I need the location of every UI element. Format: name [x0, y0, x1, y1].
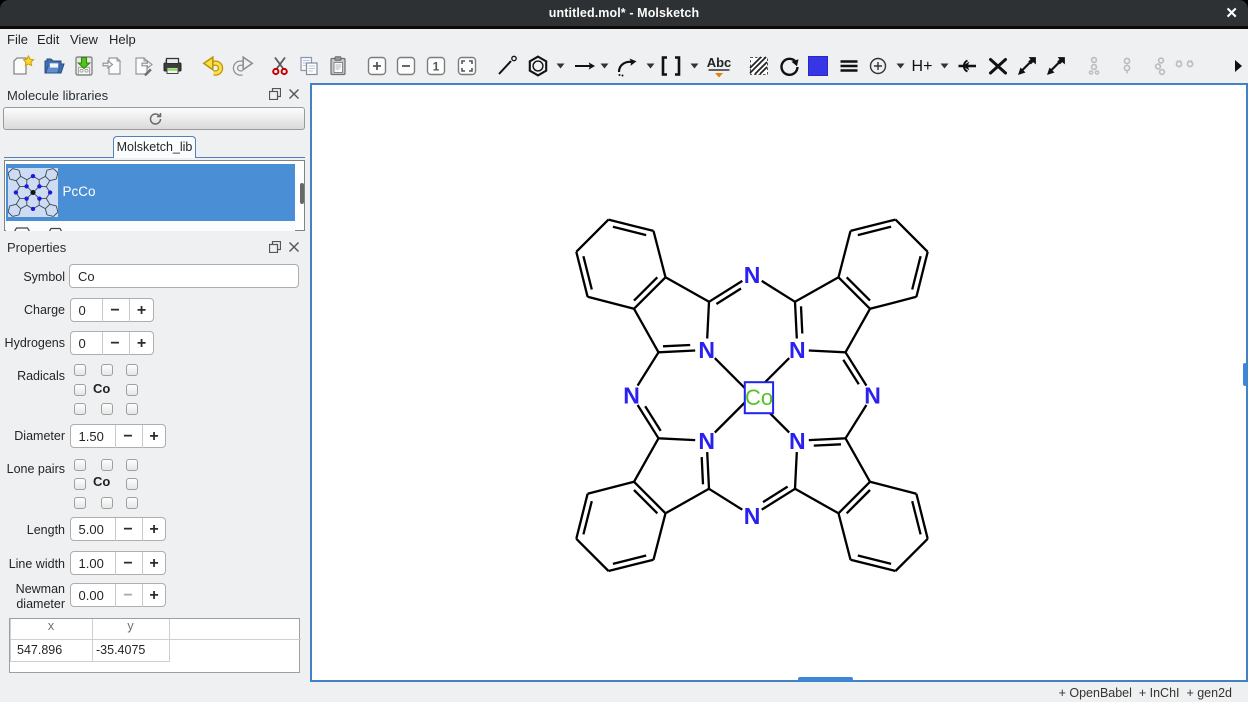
svg-text:1: 1 — [433, 60, 440, 74]
svg-text:N: N — [744, 262, 761, 288]
svg-text:N: N — [698, 428, 715, 454]
svg-text:N: N — [623, 383, 640, 409]
svg-text:N: N — [744, 503, 761, 529]
svg-text:H+: H+ — [912, 58, 933, 75]
svg-text:N: N — [864, 383, 881, 409]
svg-text:N: N — [789, 428, 806, 454]
svg-text:N: N — [698, 337, 715, 363]
svg-text:N: N — [789, 337, 806, 363]
svg-text:Abc: Abc — [707, 55, 732, 70]
svg-text:Co: Co — [745, 385, 773, 410]
